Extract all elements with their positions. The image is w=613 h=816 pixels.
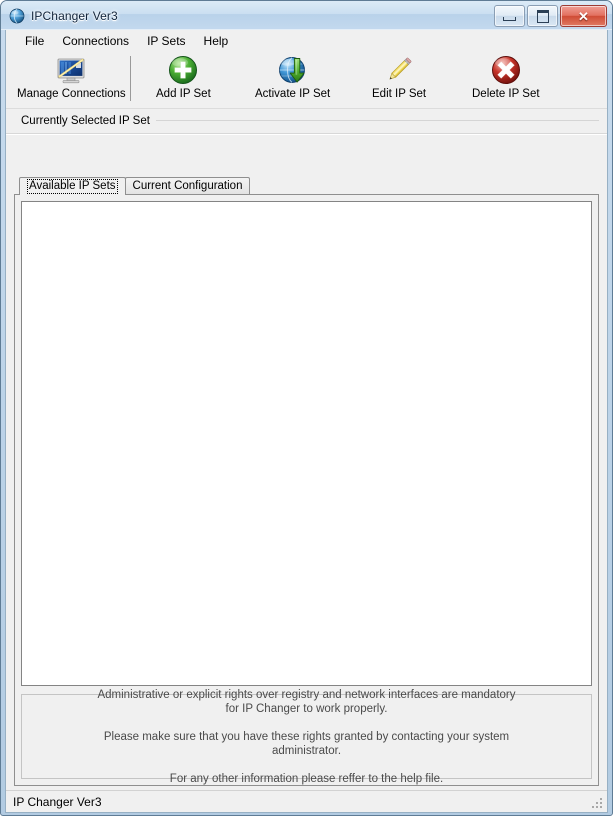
- menu-ip-sets[interactable]: IP Sets: [138, 32, 194, 50]
- currently-selected-ip-set-bar: Currently Selected IP Set: [6, 109, 607, 133]
- client-area: File Connections IP Sets Help Manage Con…: [5, 30, 608, 813]
- tab-container: Available IP Sets Current Configuration …: [14, 177, 599, 812]
- toolbar-delete-ip-set-label: Delete IP Set: [472, 88, 540, 100]
- toolbar-manage-connections-label: Manage Connections: [17, 88, 126, 100]
- title-bar[interactable]: IPChanger Ver3 ✕: [1, 1, 612, 30]
- minimize-icon: [503, 16, 516, 21]
- monitor-network-icon: [55, 54, 87, 86]
- info-paragraph-rights: Administrative or explicit rights over r…: [97, 688, 516, 715]
- caption-button-group: ✕: [494, 5, 607, 27]
- close-icon: ✕: [578, 8, 589, 24]
- red-x-circle-icon: [490, 54, 522, 86]
- toolbar-edit-ip-set-label: Edit IP Set: [372, 88, 427, 100]
- maximize-button[interactable]: [527, 5, 558, 27]
- tab-panel-available-ip-sets: Administrative or explicit rights over r…: [14, 194, 599, 786]
- status-text: IP Changer Ver3: [13, 794, 102, 809]
- toolbar-separator: [130, 56, 131, 101]
- currently-selected-ip-set-label: Currently Selected IP Set: [21, 115, 156, 127]
- minimize-button[interactable]: [494, 5, 525, 27]
- globe-icon: [9, 8, 25, 24]
- toolbar-edit-ip-set[interactable]: Edit IP Set: [372, 54, 426, 100]
- toolbar-delete-ip-set[interactable]: Delete IP Set: [472, 54, 540, 100]
- menu-connections[interactable]: Connections: [53, 32, 138, 50]
- info-panel: Administrative or explicit rights over r…: [21, 689, 592, 785]
- application-window: IPChanger Ver3 ✕ File Connections IP Set…: [0, 0, 613, 816]
- toolbar: Manage Connections Add IP Set Activate I…: [6, 52, 607, 109]
- menu-help[interactable]: Help: [195, 32, 238, 50]
- strip-divider: [6, 133, 607, 135]
- ip-sets-list[interactable]: [21, 201, 592, 686]
- resize-grip[interactable]: [591, 797, 604, 810]
- toolbar-activate-ip-set-label: Activate IP Set: [255, 88, 331, 100]
- tab-current-configuration-label: Current Configuration: [132, 180, 243, 192]
- green-plus-circle-icon: [167, 54, 199, 86]
- status-bar: IP Changer Ver3: [6, 790, 607, 812]
- toolbar-add-ip-set[interactable]: Add IP Set: [156, 54, 211, 100]
- toolbar-manage-connections[interactable]: Manage Connections: [17, 54, 126, 100]
- tab-strip: Available IP Sets Current Configuration: [14, 177, 599, 195]
- info-paragraph-help: For any other information please reffer …: [169, 772, 444, 785]
- toolbar-add-ip-set-label: Add IP Set: [156, 88, 211, 100]
- menu-file[interactable]: File: [16, 32, 53, 50]
- window-title: IPChanger Ver3: [31, 8, 118, 23]
- toolbar-activate-ip-set[interactable]: Activate IP Set: [255, 54, 330, 100]
- info-paragraph-admin: Please make sure that you have these rig…: [103, 730, 510, 757]
- tab-available-ip-sets[interactable]: Available IP Sets: [19, 177, 126, 195]
- menu-bar: File Connections IP Sets Help: [6, 30, 607, 52]
- tab-available-ip-sets-label: Available IP Sets: [27, 179, 118, 194]
- pencil-icon: [383, 54, 415, 86]
- tab-current-configuration[interactable]: Current Configuration: [124, 177, 251, 194]
- maximize-icon: [536, 9, 549, 23]
- globe-green-arrow-icon: [277, 54, 309, 86]
- close-button[interactable]: ✕: [560, 5, 607, 27]
